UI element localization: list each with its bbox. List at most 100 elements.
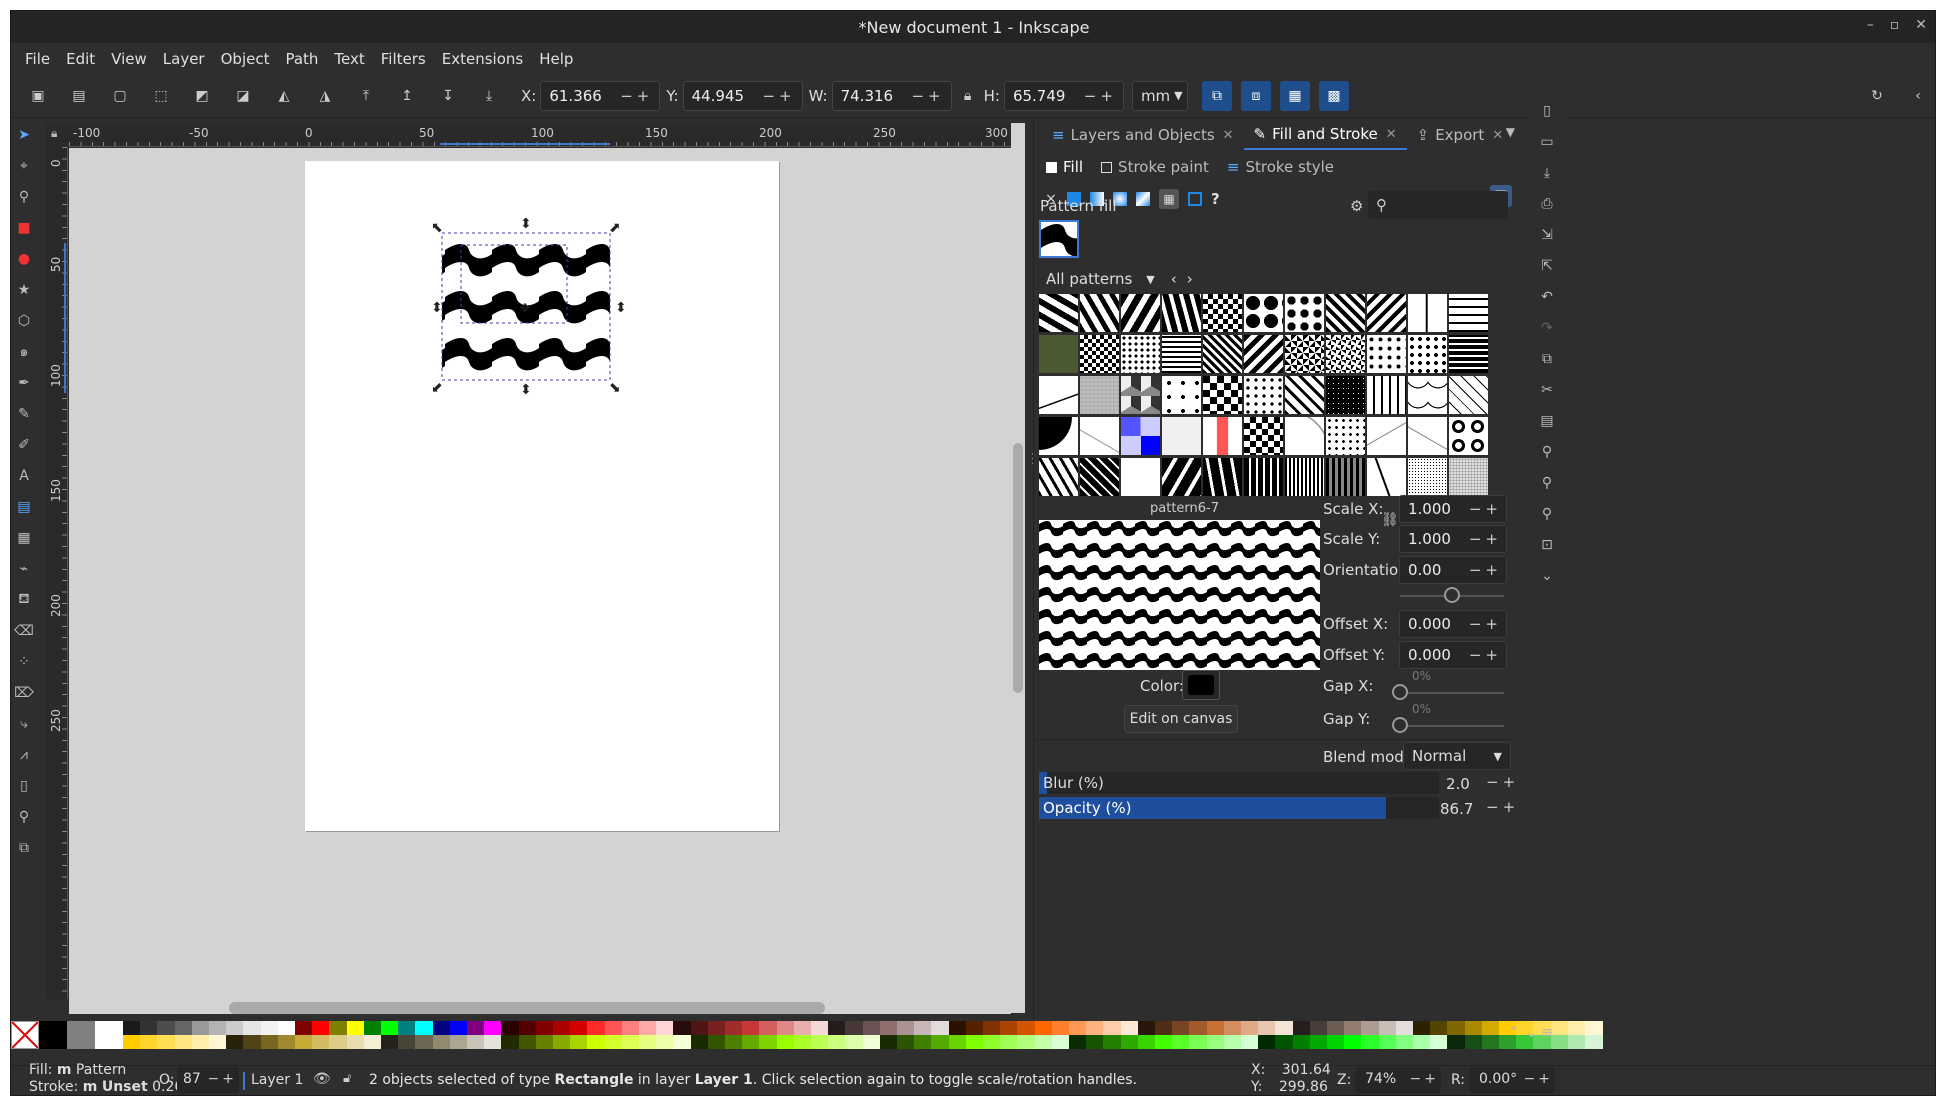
- pattern-thumbnail[interactable]: [1367, 458, 1406, 496]
- palette-swatch[interactable]: [1137, 1021, 1156, 1035]
- pattern-thumbnail[interactable]: [1367, 376, 1406, 414]
- pattern-thumbnail[interactable]: [1367, 294, 1406, 332]
- palette-swatch[interactable]: [811, 1035, 829, 1049]
- y-stepper-icon[interactable]: −+: [762, 87, 795, 105]
- palette-scroll-down-icon[interactable]: ⌄: [1525, 1023, 1538, 1041]
- zoom-page-icon[interactable]: ⚲: [1527, 498, 1567, 529]
- pattern-search-input[interactable]: ⚲: [1368, 191, 1508, 219]
- rectangle-icon[interactable]: ■: [11, 212, 37, 243]
- palette-swatch[interactable]: [1051, 1021, 1070, 1035]
- palette-swatch[interactable]: [725, 1035, 743, 1049]
- x-input[interactable]: 61.366 −+: [540, 80, 661, 111]
- open-icon[interactable]: ▭: [1527, 126, 1567, 157]
- palette-swatch[interactable]: [759, 1035, 778, 1049]
- palette-swatch[interactable]: [776, 1021, 795, 1035]
- palette-menu-icon[interactable]: ≡: [1541, 1023, 1554, 1041]
- palette-swatch[interactable]: [209, 1035, 227, 1049]
- palette-swatch[interactable]: [656, 1035, 674, 1049]
- menu-layer[interactable]: Layer: [155, 44, 213, 74]
- palette-swatch[interactable]: [191, 1035, 210, 1049]
- palette-swatch[interactable]: [1086, 1035, 1104, 1049]
- pattern-thumbnail[interactable]: [1080, 458, 1119, 496]
- palette-swatch[interactable]: [879, 1035, 898, 1049]
- palette-swatch[interactable]: [1361, 1035, 1380, 1049]
- paste-icon[interactable]: ▤: [1527, 405, 1567, 436]
- prev-icon[interactable]: ‹: [1171, 270, 1177, 288]
- menu-filters[interactable]: Filters: [373, 44, 434, 74]
- raise-top-icon[interactable]: ⤒: [351, 81, 381, 111]
- swatch-icon[interactable]: [1188, 192, 1202, 206]
- lower-icon[interactable]: ↧: [433, 81, 463, 111]
- pattern-thumbnail[interactable]: [1162, 335, 1201, 373]
- rotate-cw-icon[interactable]: ◪: [228, 81, 258, 111]
- palette-swatch[interactable]: [484, 1021, 502, 1035]
- palette-swatch[interactable]: [1567, 1035, 1586, 1049]
- tab-export[interactable]: ⇪ Export ✕: [1407, 120, 1514, 150]
- pattern-thumbnail[interactable]: [1449, 335, 1488, 373]
- palette-swatch[interactable]: [1034, 1021, 1053, 1035]
- horizontal-scroll-thumb[interactable]: [229, 1002, 825, 1014]
- palette-swatch[interactable]: [1206, 1035, 1225, 1049]
- pattern-thumbnail[interactable]: [1408, 458, 1447, 496]
- palette-swatch[interactable]: [1137, 1035, 1156, 1049]
- snap-toggle-icon[interactable]: ↻: [1862, 81, 1892, 111]
- star-icon[interactable]: ★: [11, 274, 37, 305]
- orientation-slider-knob[interactable]: [1444, 587, 1460, 603]
- palette-swatch[interactable]: [346, 1021, 365, 1035]
- unset-paint-icon[interactable]: ?: [1211, 190, 1220, 208]
- scale-x-input[interactable]: 1.000 −+: [1399, 495, 1507, 523]
- palette-swatch[interactable]: [449, 1035, 468, 1049]
- undo-icon[interactable]: ↶: [1527, 281, 1567, 312]
- unit-select[interactable]: mm ▼: [1131, 80, 1188, 111]
- palette-swatch[interactable]: [277, 1035, 296, 1049]
- orientation-input[interactable]: 0.00 −+: [1399, 556, 1507, 584]
- palette-swatch[interactable]: [742, 1021, 760, 1035]
- close-tab-icon[interactable]: ✕: [1223, 128, 1234, 143]
- minimize-icon[interactable]: –: [1867, 17, 1874, 33]
- eraser-alt-icon[interactable]: ⌦: [11, 677, 37, 708]
- palette-swatch[interactable]: [897, 1035, 915, 1049]
- palette-swatch[interactable]: [312, 1021, 330, 1035]
- flip-horizontal-icon[interactable]: ◭: [269, 81, 299, 111]
- selection-artwork[interactable]: ⬉ ⬍ ⬈ ⬍ ⬍ ⬋ ⬍ ⬊ ✥: [69, 148, 1011, 998]
- pattern-thumbnail[interactable]: [1039, 335, 1078, 373]
- bucket-icon[interactable]: ⛾: [11, 584, 37, 615]
- box3d-icon[interactable]: ⬡: [11, 305, 37, 336]
- blur-slider[interactable]: Blur (%): [1039, 772, 1439, 794]
- stepper-icon[interactable]: −+: [1469, 561, 1502, 579]
- collapse-left-icon[interactable]: ‹: [1903, 81, 1933, 111]
- palette-swatch[interactable]: [501, 1035, 520, 1049]
- palette-swatch[interactable]: [1000, 1035, 1018, 1049]
- palette-swatch[interactable]: [1395, 1035, 1414, 1049]
- connector-icon[interactable]: ⤷: [11, 708, 37, 739]
- palette-swatch[interactable]: [432, 1035, 451, 1049]
- w-input[interactable]: 74.316 −+: [831, 80, 952, 111]
- vertical-ruler[interactable]: 0 50 100 150 200 250: [46, 147, 68, 999]
- palette-swatch[interactable]: [363, 1021, 382, 1035]
- next-icon[interactable]: ›: [1187, 270, 1193, 288]
- palette-swatch[interactable]: [174, 1021, 193, 1035]
- gap-x-slider[interactable]: [1400, 692, 1504, 694]
- pattern-thumbnail[interactable]: [1408, 376, 1447, 414]
- palette-swatch[interactable]: [1585, 1035, 1603, 1049]
- transform-patterns-icon[interactable]: ▩: [1318, 80, 1349, 111]
- palette-swatch[interactable]: [553, 1035, 571, 1049]
- close-tab-icon[interactable]: ✕: [1492, 128, 1503, 143]
- spiral-icon[interactable]: ๑: [11, 336, 37, 367]
- eye-icon[interactable]: 👁︎: [313, 1071, 331, 1087]
- palette-swatch[interactable]: [1344, 1035, 1362, 1049]
- pattern-thumbnail[interactable]: [1326, 417, 1365, 455]
- palette-swatch[interactable]: [742, 1035, 760, 1049]
- node-icon[interactable]: ⌖: [11, 150, 37, 181]
- selector-icon[interactable]: ➤: [11, 119, 37, 150]
- x-stepper-icon[interactable]: −+: [620, 87, 653, 105]
- palette-swatch[interactable]: [1327, 1021, 1345, 1035]
- w-stepper-icon[interactable]: −+: [911, 87, 944, 105]
- palette-swatch[interactable]: [1413, 1021, 1431, 1035]
- palette-swatch[interactable]: [776, 1035, 795, 1049]
- edit-on-canvas-button[interactable]: Edit on canvas: [1124, 705, 1238, 733]
- palette-swatch[interactable]: [931, 1021, 950, 1035]
- status-opacity-input[interactable]: 87 −+: [177, 1067, 239, 1093]
- palette-swatch[interactable]: [811, 1021, 829, 1035]
- h-input[interactable]: 65.749 −+: [1003, 80, 1124, 111]
